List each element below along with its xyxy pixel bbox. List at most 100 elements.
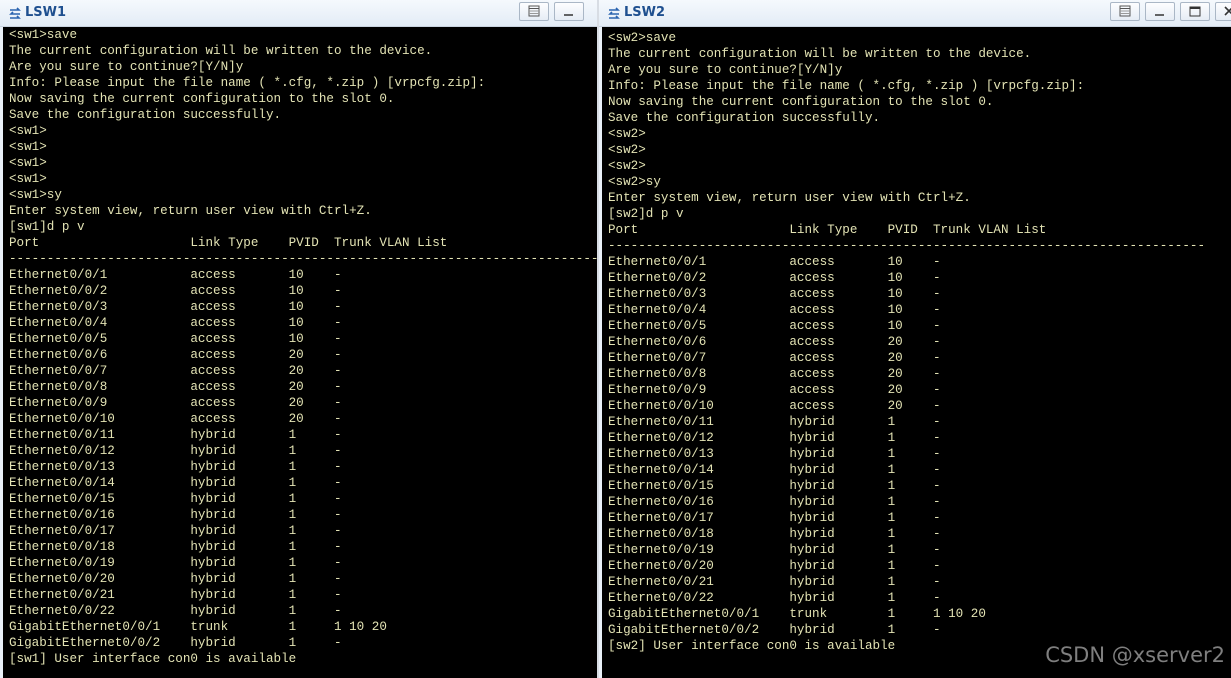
terminal-line: GigabitEthernet0/0/1 trunk 1 1 10 20 [9,620,387,634]
terminal-line: Ethernet0/0/16 hybrid 1 - [608,495,941,509]
terminal-line: <sw2>save [608,31,677,45]
terminal-line: GigabitEthernet0/0/2 hybrid 1 - [608,623,941,637]
terminal-line: Port Link Type PVID Trunk VLAN List [608,223,1047,237]
terminal-line: Port Link Type PVID Trunk VLAN List [9,236,448,250]
switch-app-icon [8,6,22,20]
terminal-line: Are you sure to continue?[Y/N]y [9,60,244,74]
terminal-line: Ethernet0/0/6 access 20 - [608,335,941,349]
lsw2-terminal-output: <sw2>save The current configuration will … [608,30,1205,654]
terminal-line: Now saving the current configuration to … [9,92,395,106]
terminal-line: Ethernet0/0/15 hybrid 1 - [608,479,941,493]
terminal-line: Ethernet0/0/6 access 20 - [9,348,342,362]
terminal-line: Ethernet0/0/1 access 10 - [9,268,342,282]
terminal-line: [sw1]d p v [9,220,85,234]
terminal-line: Ethernet0/0/22 hybrid 1 - [608,591,941,605]
terminal-line: Now saving the current configuration to … [608,95,994,109]
terminal-line: Ethernet0/0/17 hybrid 1 - [9,524,342,538]
lsw2-window: LSW2 <sw2>save The current configuration… [599,0,1231,678]
terminal-line: Ethernet0/0/5 access 10 - [608,319,941,333]
terminal-line: ----------------------------------------… [608,239,1206,253]
terminal-line: Ethernet0/0/7 access 20 - [9,364,342,378]
lsw1-terminal-output: <sw1>save The current configuration will … [9,27,597,667]
terminal-line: Ethernet0/0/14 hybrid 1 - [9,476,342,490]
lsw2-close-button[interactable] [1215,2,1231,21]
terminal-line: Ethernet0/0/16 hybrid 1 - [9,508,342,522]
terminal-line: Ethernet0/0/2 access 10 - [9,284,342,298]
terminal-line: Info: Please input the file name ( *.cfg… [608,79,1085,93]
restore-icon [1119,5,1131,17]
terminal-line: [sw1] User interface con0 is available [9,652,297,666]
terminal-line: <sw1> [9,140,47,154]
terminal-line: Ethernet0/0/9 access 20 - [608,383,941,397]
terminal-line: Ethernet0/0/21 hybrid 1 - [608,575,941,589]
maximize-icon [1189,6,1201,17]
terminal-line: <sw1> [9,156,47,170]
lsw1-titlebar[interactable]: LSW1 [0,0,597,27]
terminal-line: Ethernet0/0/4 access 10 - [608,303,941,317]
terminal-line: Info: Please input the file name ( *.cfg… [9,76,486,90]
terminal-line: ----------------------------------------… [9,252,597,266]
terminal-line: Ethernet0/0/14 hybrid 1 - [608,463,941,477]
terminal-line: Enter system view, return user view with… [9,204,372,218]
close-icon [1224,6,1231,16]
terminal-line: <sw2> [608,127,646,141]
minimize-icon [564,14,573,16]
terminal-line: Ethernet0/0/21 hybrid 1 - [9,588,342,602]
terminal-line: Ethernet0/0/3 access 10 - [9,300,342,314]
lsw1-minimize-button[interactable] [554,2,584,21]
lsw2-title: LSW2 [624,5,666,20]
lsw2-minimize-button[interactable] [1145,2,1175,21]
terminal-line: <sw2> [608,159,646,173]
terminal-line: Ethernet0/0/13 hybrid 1 - [9,460,342,474]
terminal-line: Ethernet0/0/19 hybrid 1 - [9,556,342,570]
terminal-line: Ethernet0/0/1 access 10 - [608,255,941,269]
lsw2-restore-button[interactable] [1110,2,1140,21]
terminal-line: <sw1>sy [9,188,62,202]
terminal-line: Ethernet0/0/22 hybrid 1 - [9,604,342,618]
lsw1-window: LSW1 <sw1>save The current configuration … [0,0,597,678]
terminal-line: Ethernet0/0/9 access 20 - [9,396,342,410]
terminal-line: Ethernet0/0/19 hybrid 1 - [608,543,941,557]
minimize-icon [1155,14,1164,16]
terminal-line: The current configuration will be writte… [608,47,1032,61]
terminal-line: Ethernet0/0/18 hybrid 1 - [9,540,342,554]
terminal-line: Enter system view, return user view with… [608,191,971,205]
terminal-line: Ethernet0/0/15 hybrid 1 - [9,492,342,506]
lsw1-terminal[interactable]: <sw1>save The current configuration will … [3,27,597,678]
terminal-line: Ethernet0/0/20 hybrid 1 - [608,559,941,573]
terminal-line: GigabitEthernet0/0/1 trunk 1 1 10 20 [608,607,986,621]
terminal-line: Ethernet0/0/18 hybrid 1 - [608,527,941,541]
watermark: CSDN @xserver2 [1045,643,1225,667]
terminal-line: <sw2> [608,143,646,157]
lsw2-terminal[interactable]: <sw2>save The current configuration will … [602,27,1231,678]
terminal-line: Ethernet0/0/12 hybrid 1 - [608,431,941,445]
terminal-line: Save the configuration successfully. [9,108,282,122]
terminal-line: Ethernet0/0/5 access 10 - [9,332,342,346]
terminal-line: <sw2>sy [608,175,661,189]
restore-icon [528,5,540,17]
terminal-line: Ethernet0/0/8 access 20 - [608,367,941,381]
terminal-line: Ethernet0/0/11 hybrid 1 - [608,415,941,429]
terminal-line: Ethernet0/0/3 access 10 - [608,287,941,301]
terminal-line: Are you sure to continue?[Y/N]y [608,63,843,77]
terminal-line: Save the configuration successfully. [608,111,881,125]
terminal-line: GigabitEthernet0/0/2 hybrid 1 - [9,636,342,650]
lsw2-maximize-button[interactable] [1180,2,1210,21]
terminal-line: Ethernet0/0/10 access 20 - [608,399,941,413]
lsw1-restore-button[interactable] [519,2,549,21]
terminal-line: Ethernet0/0/17 hybrid 1 - [608,511,941,525]
terminal-line: Ethernet0/0/8 access 20 - [9,380,342,394]
lsw2-titlebar[interactable]: LSW2 [599,0,1231,27]
terminal-line: Ethernet0/0/10 access 20 - [9,412,342,426]
terminal-line: Ethernet0/0/4 access 10 - [9,316,342,330]
terminal-line: Ethernet0/0/12 hybrid 1 - [9,444,342,458]
terminal-line: The current configuration will be writte… [9,44,433,58]
lsw1-title: LSW1 [25,5,67,20]
terminal-line: Ethernet0/0/11 hybrid 1 - [9,428,342,442]
terminal-line: Ethernet0/0/13 hybrid 1 - [608,447,941,461]
terminal-line: <sw1>save [9,28,78,42]
terminal-line: <sw1> [9,172,47,186]
terminal-line: Ethernet0/0/20 hybrid 1 - [9,572,342,586]
terminal-line: Ethernet0/0/7 access 20 - [608,351,941,365]
terminal-line: <sw1> [9,124,47,138]
